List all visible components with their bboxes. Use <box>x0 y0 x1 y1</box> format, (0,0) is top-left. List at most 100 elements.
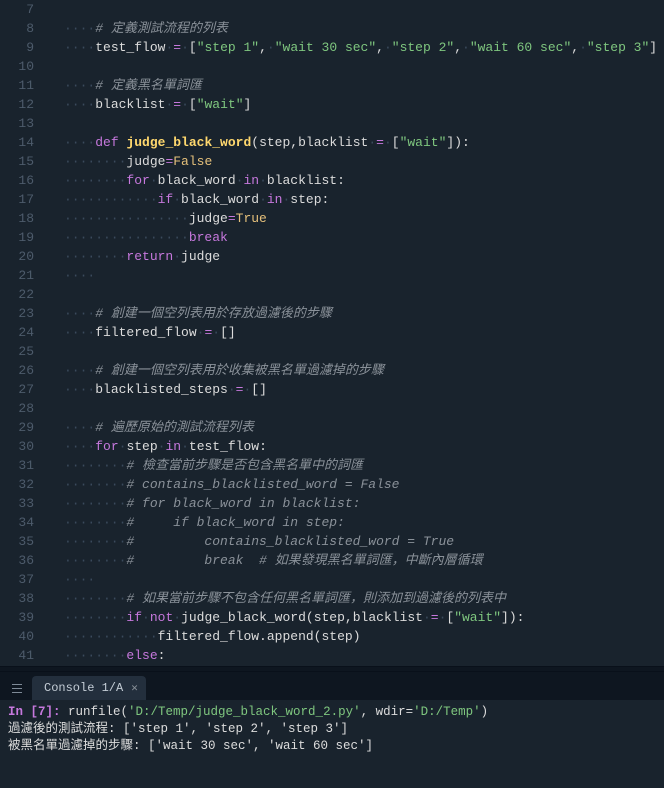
line-number: 17 <box>0 190 48 209</box>
console-line: 被黑名單過濾掉的步驟: ['wait 30 sec', 'wait 60 sec… <box>8 738 656 755</box>
code-content[interactable]: ····test_flow·=·["step 1",·"wait 30 sec"… <box>48 38 657 57</box>
code-editor[interactable]: 78····# 定義測試流程的列表9····test_flow·=·["step… <box>0 0 664 666</box>
code-content[interactable]: ····# 遍歷原始的測試流程列表 <box>48 418 254 437</box>
code-line[interactable]: 38········# 如果當前步驟不包含任何黑名單詞匯，則添加到過濾後的列表中 <box>0 589 664 608</box>
code-line[interactable]: 29····# 遍歷原始的測試流程列表 <box>0 418 664 437</box>
code-content[interactable]: ········judge=False <box>48 152 212 171</box>
hamburger-icon[interactable] <box>6 676 28 700</box>
code-content[interactable]: ········for·black_word·in·blacklist: <box>48 171 345 190</box>
line-number: 31 <box>0 456 48 475</box>
code-line[interactable]: 35········# contains_blacklisted_word = … <box>0 532 664 551</box>
line-number: 14 <box>0 133 48 152</box>
code-content[interactable]: ········# for black_word in blacklist: <box>48 494 360 513</box>
code-content[interactable]: ····# 創建一個空列表用於收集被黑名單過濾掉的步驟 <box>48 361 384 380</box>
code-line[interactable]: 15········judge=False <box>0 152 664 171</box>
code-line[interactable]: 34········# if black_word in step: <box>0 513 664 532</box>
code-content[interactable]: ········# if black_word in step: <box>48 513 345 532</box>
code-line[interactable]: 22 <box>0 285 664 304</box>
code-content[interactable]: ···· <box>48 570 95 589</box>
code-content[interactable] <box>48 285 64 304</box>
code-line[interactable]: 11····# 定義黑名單詞匯 <box>0 76 664 95</box>
console-line: In [7]: runfile('D:/Temp/judge_black_wor… <box>8 704 656 721</box>
code-content[interactable]: ········# contains_blacklisted_word = Fa… <box>48 475 399 494</box>
code-content[interactable]: ················break <box>48 228 228 247</box>
code-line[interactable]: 13 <box>0 114 664 133</box>
code-line[interactable]: 19················break <box>0 228 664 247</box>
code-line[interactable]: 36········# break # 如果發現黑名單詞匯，中斷內層循環 <box>0 551 664 570</box>
code-line[interactable]: 20········return·judge <box>0 247 664 266</box>
code-content[interactable] <box>48 114 64 133</box>
code-content[interactable]: ····blacklist·=·["wait"] <box>48 95 251 114</box>
line-number: 21 <box>0 266 48 285</box>
line-number: 8 <box>0 19 48 38</box>
code-line[interactable]: 10 <box>0 57 664 76</box>
code-line[interactable]: 33········# for black_word in blacklist: <box>0 494 664 513</box>
code-content[interactable]: ····for·step·in·test_flow: <box>48 437 267 456</box>
code-line[interactable]: 26····# 創建一個空列表用於收集被黑名單過濾掉的步驟 <box>0 361 664 380</box>
code-line[interactable]: 31········# 檢查當前步驟是否包含黑名單中的詞匯 <box>0 456 664 475</box>
code-content[interactable]: ········else: <box>48 646 165 665</box>
line-number: 29 <box>0 418 48 437</box>
line-number: 40 <box>0 627 48 646</box>
code-line[interactable]: 27····blacklisted_steps·=·[] <box>0 380 664 399</box>
code-content[interactable]: ····blacklisted_steps·=·[] <box>48 380 267 399</box>
code-content[interactable]: ········# contains_blacklisted_word = Tr… <box>48 532 454 551</box>
code-content[interactable] <box>48 57 64 76</box>
code-content[interactable]: ········# break # 如果發現黑名單詞匯，中斷內層循環 <box>48 551 483 570</box>
line-number: 28 <box>0 399 48 418</box>
code-content[interactable]: ············if·black_word·in·step: <box>48 190 329 209</box>
code-line[interactable]: 12····blacklist·=·["wait"] <box>0 95 664 114</box>
code-line[interactable]: 32········# contains_blacklisted_word = … <box>0 475 664 494</box>
code-line[interactable]: 9····test_flow·=·["step 1",·"wait 30 sec… <box>0 38 664 57</box>
code-content[interactable]: ····# 創建一個空列表用於存放過濾後的步驟 <box>48 304 332 323</box>
code-line[interactable]: 39········if·not·judge_black_word(step,b… <box>0 608 664 627</box>
code-line[interactable]: 21···· <box>0 266 664 285</box>
line-number: 41 <box>0 646 48 665</box>
code-line[interactable]: 23····# 創建一個空列表用於存放過濾後的步驟 <box>0 304 664 323</box>
line-number: 33 <box>0 494 48 513</box>
code-content[interactable]: ····filtered_flow·=·[] <box>48 323 236 342</box>
line-number: 7 <box>0 0 48 19</box>
code-content[interactable] <box>48 0 64 19</box>
code-line[interactable]: 37···· <box>0 570 664 589</box>
code-line[interactable]: 30····for·step·in·test_flow: <box>0 437 664 456</box>
code-content[interactable]: ···· <box>48 266 95 285</box>
line-number: 26 <box>0 361 48 380</box>
code-line[interactable]: 40············filtered_flow.append(step) <box>0 627 664 646</box>
console-tab[interactable]: Console 1/A ✕ <box>32 676 146 700</box>
code-content[interactable]: ········return·judge <box>48 247 220 266</box>
line-number: 36 <box>0 551 48 570</box>
code-content[interactable]: ········if·not·judge_black_word(step,bla… <box>48 608 524 627</box>
code-content[interactable]: ····# 定義黑名單詞匯 <box>48 76 202 95</box>
line-number: 35 <box>0 532 48 551</box>
code-content[interactable]: ········# 檢查當前步驟是否包含黑名單中的詞匯 <box>48 456 363 475</box>
code-line[interactable]: 17············if·black_word·in·step: <box>0 190 664 209</box>
line-number: 24 <box>0 323 48 342</box>
line-number: 34 <box>0 513 48 532</box>
line-number: 39 <box>0 608 48 627</box>
code-line[interactable]: 18················judge=True <box>0 209 664 228</box>
code-line[interactable]: 8····# 定義測試流程的列表 <box>0 19 664 38</box>
code-content[interactable] <box>48 399 64 418</box>
code-content[interactable]: ················judge=True <box>48 209 267 228</box>
code-line[interactable]: 24····filtered_flow·=·[] <box>0 323 664 342</box>
line-number: 12 <box>0 95 48 114</box>
console-output[interactable]: In [7]: runfile('D:/Temp/judge_black_wor… <box>0 700 664 788</box>
close-icon[interactable]: ✕ <box>131 681 138 695</box>
line-number: 30 <box>0 437 48 456</box>
code-content[interactable]: ········# 如果當前步驟不包含任何黑名單詞匯，則添加到過濾後的列表中 <box>48 589 506 608</box>
code-line[interactable]: 7 <box>0 0 664 19</box>
code-line[interactable]: 25 <box>0 342 664 361</box>
code-line[interactable]: 41········else: <box>0 646 664 665</box>
code-line[interactable]: 14····def judge_black_word(step,blacklis… <box>0 133 664 152</box>
console-pane: Console 1/A ✕ In [7]: runfile('D:/Temp/j… <box>0 672 664 788</box>
console-tab-bar: Console 1/A ✕ <box>0 672 664 700</box>
code-line[interactable]: 28 <box>0 399 664 418</box>
line-number: 13 <box>0 114 48 133</box>
code-content[interactable] <box>48 342 64 361</box>
code-content[interactable]: ············filtered_flow.append(step) <box>48 627 361 646</box>
code-content[interactable]: ····# 定義測試流程的列表 <box>48 19 228 38</box>
code-line[interactable]: 16········for·black_word·in·blacklist: <box>0 171 664 190</box>
code-content[interactable]: ····def judge_black_word(step,blacklist·… <box>48 133 470 152</box>
line-number: 18 <box>0 209 48 228</box>
